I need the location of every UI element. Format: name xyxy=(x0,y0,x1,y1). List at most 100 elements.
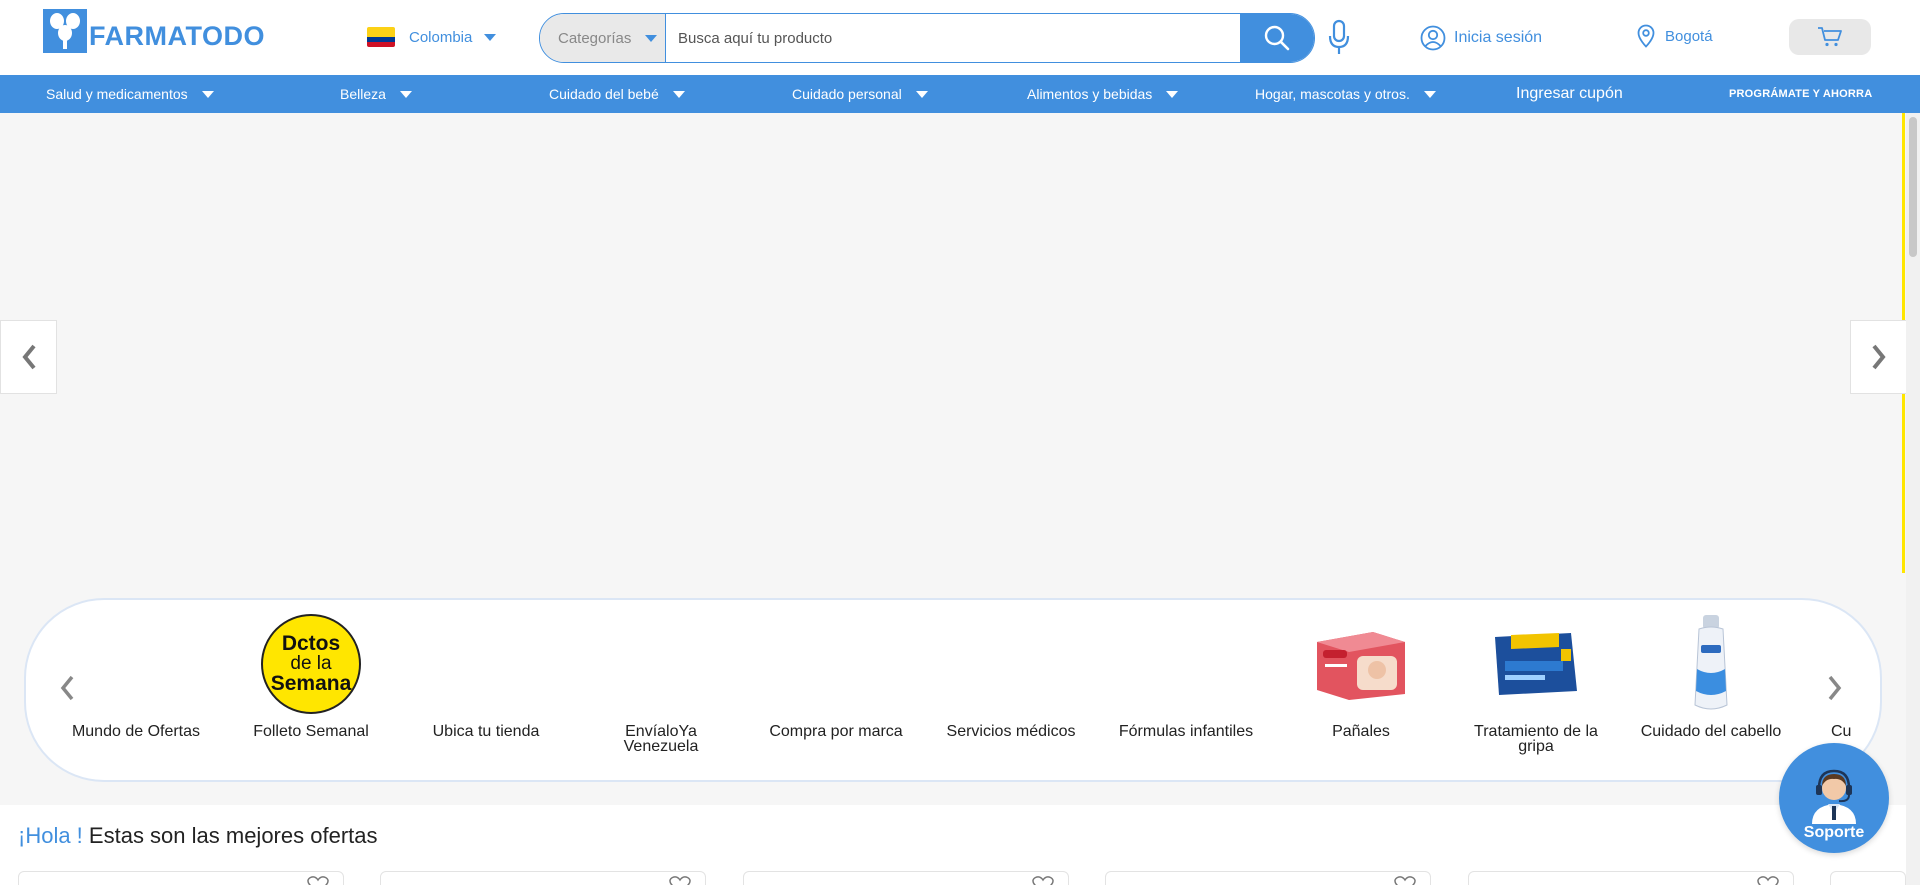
diapers-product-image xyxy=(1286,614,1436,714)
nav-item-label: Cuidado personal xyxy=(792,86,902,102)
quick-item-cabello[interactable]: Cuidado del cabello xyxy=(1636,614,1786,740)
search-bar: Categorías xyxy=(539,13,1315,63)
hero-banner xyxy=(0,113,1906,597)
nav-item-label: Hogar, mascotas y otros. xyxy=(1255,86,1410,102)
quick-item-image xyxy=(761,614,911,714)
chevron-right-icon xyxy=(1871,344,1886,370)
cart-icon xyxy=(1818,27,1842,47)
search-category-select[interactable]: Categorías xyxy=(540,14,666,62)
quick-item-compra-marca[interactable]: Compra por marca xyxy=(761,614,911,740)
chevron-down-icon xyxy=(645,34,658,42)
greeting-text: ¡Hola ! xyxy=(18,823,83,848)
quick-item-label: Servicios médicos xyxy=(946,723,1076,740)
quick-item-image xyxy=(586,614,736,714)
support-button[interactable]: Soporte xyxy=(1779,743,1889,853)
city-label: Bogotá xyxy=(1665,27,1713,45)
quick-item-panales[interactable]: Pañales xyxy=(1286,614,1436,740)
quick-item-label: EnvíaloYa Venezuela xyxy=(623,723,699,755)
nav-item-label: Salud y medicamentos xyxy=(46,86,188,102)
chevron-down-icon xyxy=(1423,90,1436,98)
login-link[interactable]: Inicia sesión xyxy=(1420,25,1542,51)
badge-line-3: Semana xyxy=(270,672,352,695)
heart-icon[interactable] xyxy=(669,876,691,885)
offers-section: ¡Hola ! Estas son las mejores ofertas xyxy=(0,805,1906,885)
quick-item-label: Compra por marca xyxy=(769,723,903,740)
quick-item-image xyxy=(1811,614,1880,714)
quick-next-button[interactable] xyxy=(1826,674,1844,707)
coupon-link[interactable]: Ingresar cupón xyxy=(1516,75,1623,113)
quick-item-image xyxy=(1111,614,1261,714)
nav-item-label: Belleza xyxy=(340,86,386,102)
product-card[interactable] xyxy=(1830,871,1906,885)
quick-item-label: Ubica tu tienda xyxy=(432,723,540,740)
chevron-left-icon xyxy=(21,344,36,370)
quick-item-mundo-ofertas[interactable]: Mundo de Ofertas xyxy=(61,614,211,740)
login-label: Inicia sesión xyxy=(1454,29,1543,46)
farmatodo-logo[interactable]: FARMATODO xyxy=(43,9,265,53)
country-selector[interactable]: Colombia xyxy=(367,27,497,47)
header: FARMATODO Colombia Categorías Busca aquí… xyxy=(0,0,1920,75)
nav-item-bebe[interactable]: Cuidado del bebé xyxy=(549,75,685,113)
quick-item-label: Pañales xyxy=(1332,723,1390,740)
chevron-down-icon xyxy=(201,90,214,98)
cart-button[interactable] xyxy=(1789,19,1871,55)
heart-icon[interactable] xyxy=(1394,876,1416,885)
quick-item-folleto-semanal[interactable]: Dctos de la Semana Folleto Semanal xyxy=(236,614,386,740)
city-selector[interactable]: Bogotá xyxy=(1637,24,1713,48)
quick-item-label: Cuidado del cabello xyxy=(1640,723,1782,740)
product-card[interactable] xyxy=(1105,871,1431,885)
country-label: Colombia xyxy=(409,28,473,46)
quick-item-servicios-medicos[interactable]: Servicios médicos xyxy=(936,614,1086,740)
banner-prev-button[interactable] xyxy=(0,320,57,394)
shampoo-product-image xyxy=(1636,614,1786,714)
folleto-badge: Dctos de la Semana xyxy=(236,614,386,714)
heart-icon[interactable] xyxy=(1757,876,1779,885)
quick-item-image xyxy=(936,614,1086,714)
quick-item-image xyxy=(61,614,211,714)
quick-item-cut[interactable]: Cu xyxy=(1811,614,1880,740)
badge-line-2: de la xyxy=(290,653,332,674)
product-card[interactable] xyxy=(743,871,1069,885)
search-input[interactable] xyxy=(666,14,1240,62)
search-category-label: Categorías xyxy=(558,29,632,47)
nav-item-alimentos[interactable]: Alimentos y bebidas xyxy=(1027,75,1179,113)
quick-categories-carousel: Mundo de Ofertas Dctos de la Semana Foll… xyxy=(24,598,1882,782)
product-card[interactable] xyxy=(380,871,706,885)
quick-item-formulas-infantiles[interactable]: Fórmulas infantiles xyxy=(1111,614,1261,740)
quick-item-label: Mundo de Ofertas xyxy=(71,723,201,740)
quick-item-label: Folleto Semanal xyxy=(253,723,369,740)
microphone-icon xyxy=(1328,19,1350,54)
nav-item-cuidado-personal[interactable]: Cuidado personal xyxy=(792,75,928,113)
scrollbar-thumb[interactable] xyxy=(1909,117,1917,257)
search-button[interactable] xyxy=(1240,14,1314,62)
quick-item-label: Tratamiento de la gripa xyxy=(1474,723,1598,755)
offers-heading: Estas son las mejores ofertas xyxy=(88,823,378,848)
nav-item-belleza[interactable]: Belleza xyxy=(340,75,412,113)
user-icon xyxy=(1420,25,1446,51)
quick-item-gripa[interactable]: Tratamiento de la gripa xyxy=(1461,614,1611,755)
search-icon xyxy=(1264,25,1290,51)
nav-item-salud[interactable]: Salud y medicamentos xyxy=(46,75,214,113)
quick-item-label: Fórmulas infantiles xyxy=(1118,723,1254,740)
chevron-down-icon xyxy=(672,90,685,98)
heart-icon[interactable] xyxy=(307,876,329,885)
programate-link[interactable]: PROGRÁMATE Y AHORRA xyxy=(1729,75,1872,113)
product-card[interactable] xyxy=(18,871,344,885)
page-scrollbar[interactable] xyxy=(1906,113,1920,885)
category-nav: Salud y medicamentos Belleza Cuidado del… xyxy=(0,75,1920,113)
quick-item-ubica-tienda[interactable]: Ubica tu tienda xyxy=(411,614,561,740)
brand-name: FARMATODO xyxy=(89,20,265,51)
nav-item-label: Alimentos y bebidas xyxy=(1027,86,1153,102)
logo-mark-icon xyxy=(43,9,87,53)
voice-search-button[interactable] xyxy=(1327,19,1351,62)
chevron-down-icon xyxy=(915,90,928,98)
nav-item-hogar[interactable]: Hogar, mascotas y otros. xyxy=(1255,75,1436,113)
location-pin-icon xyxy=(1637,24,1655,48)
banner-next-button[interactable] xyxy=(1850,320,1907,394)
product-card[interactable] xyxy=(1468,871,1794,885)
quick-item-envialoya[interactable]: EnvíaloYa Venezuela xyxy=(586,614,736,755)
colombia-flag-icon xyxy=(367,27,395,47)
heart-icon[interactable] xyxy=(1032,876,1054,885)
offers-title: ¡Hola ! Estas son las mejores ofertas xyxy=(18,823,378,849)
chevron-down-icon xyxy=(484,33,497,41)
